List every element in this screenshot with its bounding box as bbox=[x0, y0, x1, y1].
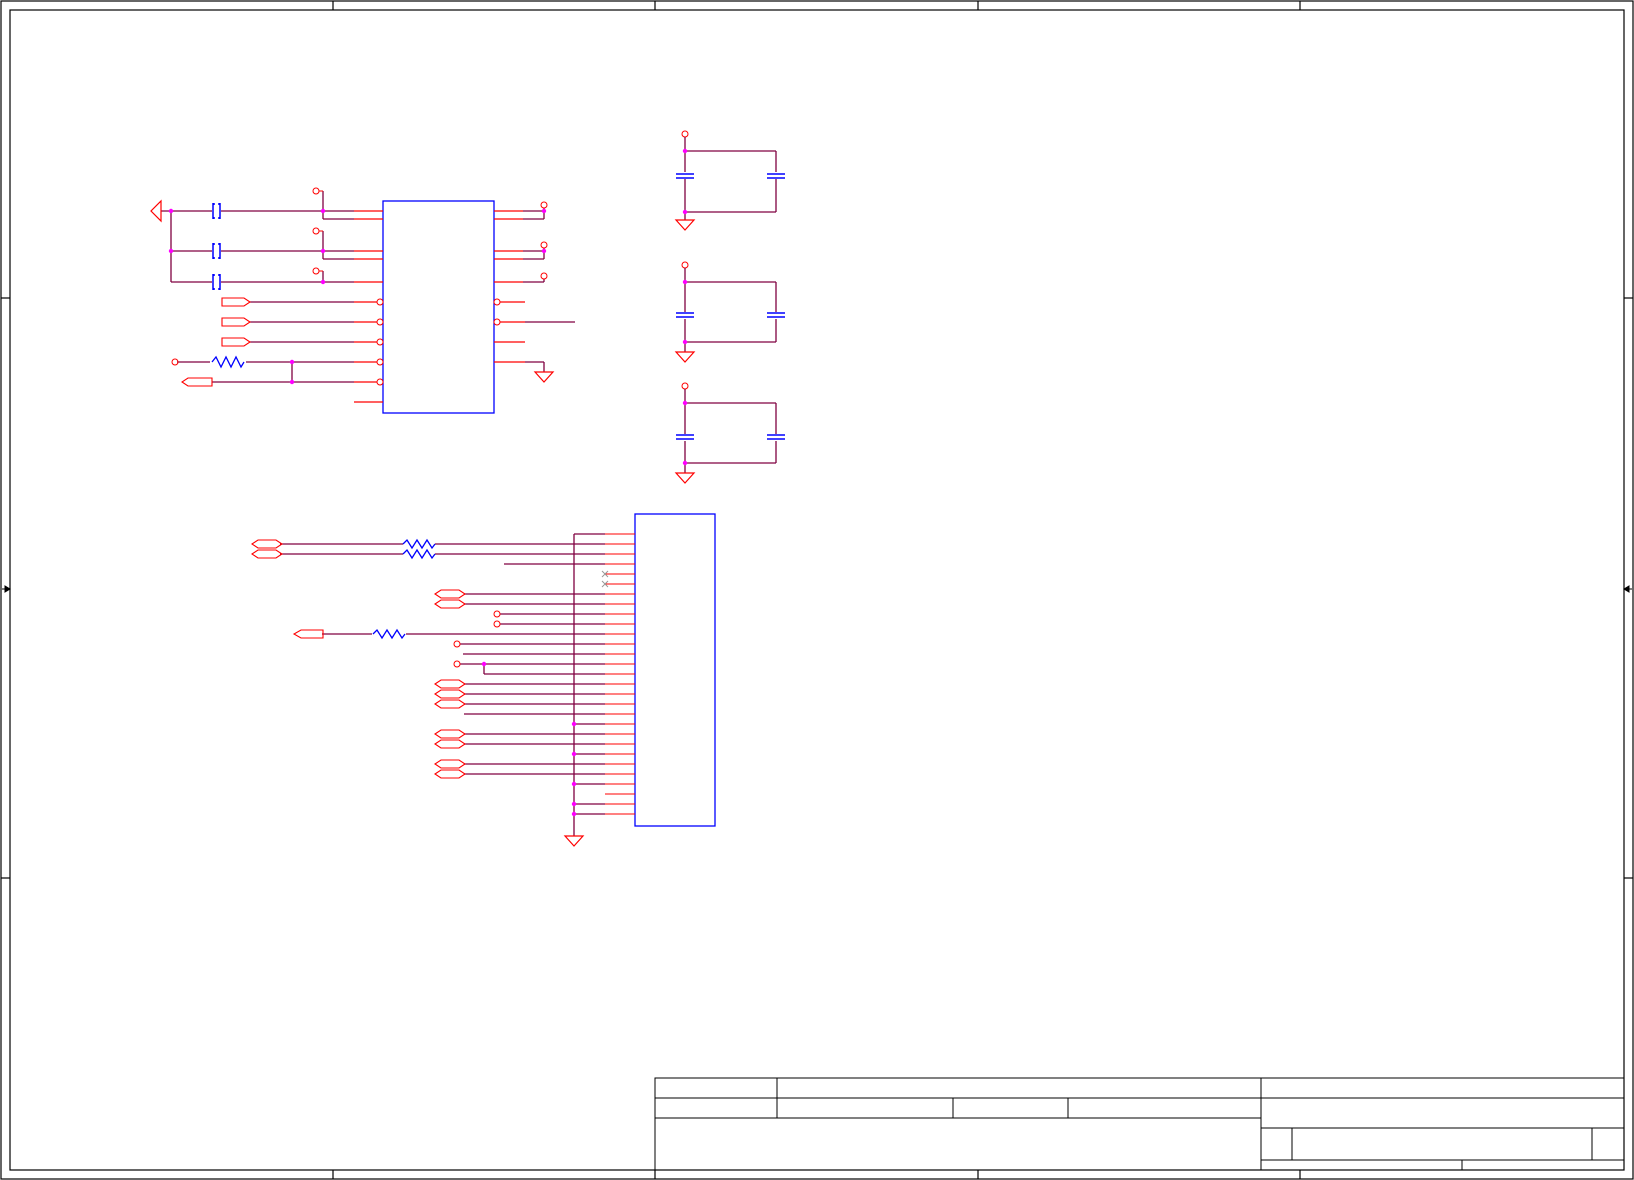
connector bbox=[251, 513, 716, 847]
ic-top-left-pins bbox=[354, 210, 383, 403]
ground-symbol bbox=[674, 351, 696, 363]
connector-ground-bus bbox=[573, 533, 605, 836]
ground-symbol bbox=[533, 371, 555, 383]
capacitor bbox=[767, 173, 785, 179]
power-port bbox=[681, 382, 689, 390]
capacitor bbox=[676, 312, 694, 318]
output-port-symbol bbox=[292, 629, 324, 639]
input-port-symbols bbox=[181, 297, 251, 387]
ic-top-left-wires bbox=[161, 191, 354, 383]
capacitor bbox=[767, 434, 785, 440]
ground-symbol bbox=[674, 472, 696, 484]
decoupling-group-2 bbox=[674, 261, 785, 363]
ic-top-inverted-pins bbox=[376, 298, 384, 386]
title-block bbox=[654, 1077, 1625, 1171]
connector-junctions bbox=[481, 661, 577, 817]
bidirectional-port-symbols bbox=[251, 539, 466, 779]
junction bbox=[682, 148, 688, 154]
junction bbox=[682, 400, 688, 406]
junction bbox=[682, 460, 688, 466]
ic-top-right-wires bbox=[523, 208, 575, 372]
decoupling-group-1 bbox=[674, 130, 785, 231]
decoupling-group-3 bbox=[674, 382, 785, 484]
centering-marks bbox=[2, 585, 1632, 593]
ic-top-body bbox=[382, 200, 495, 414]
junction bbox=[682, 209, 688, 215]
connector-power-ports bbox=[453, 610, 501, 668]
ground-symbol bbox=[563, 835, 585, 847]
schematic-sheet bbox=[0, 0, 1634, 1180]
ic-top-inverted-pins-right bbox=[493, 298, 501, 326]
capacitor bbox=[676, 173, 694, 179]
sheet-frame bbox=[0, 0, 1634, 1180]
ic-top-right-pins bbox=[494, 210, 525, 363]
ic-top bbox=[150, 187, 575, 414]
power-port bbox=[681, 261, 689, 269]
ic-top-power-ports-left bbox=[171, 187, 323, 366]
ground-symbol bbox=[674, 219, 696, 231]
power-port bbox=[681, 130, 689, 138]
connector-pins bbox=[605, 533, 635, 815]
junction bbox=[682, 279, 688, 285]
capacitor bbox=[767, 312, 785, 318]
connector-body bbox=[634, 513, 716, 827]
ground-symbol-chassis bbox=[150, 199, 162, 223]
junction bbox=[682, 339, 688, 345]
capacitor bbox=[676, 434, 694, 440]
no-connect-marks bbox=[601, 570, 609, 588]
